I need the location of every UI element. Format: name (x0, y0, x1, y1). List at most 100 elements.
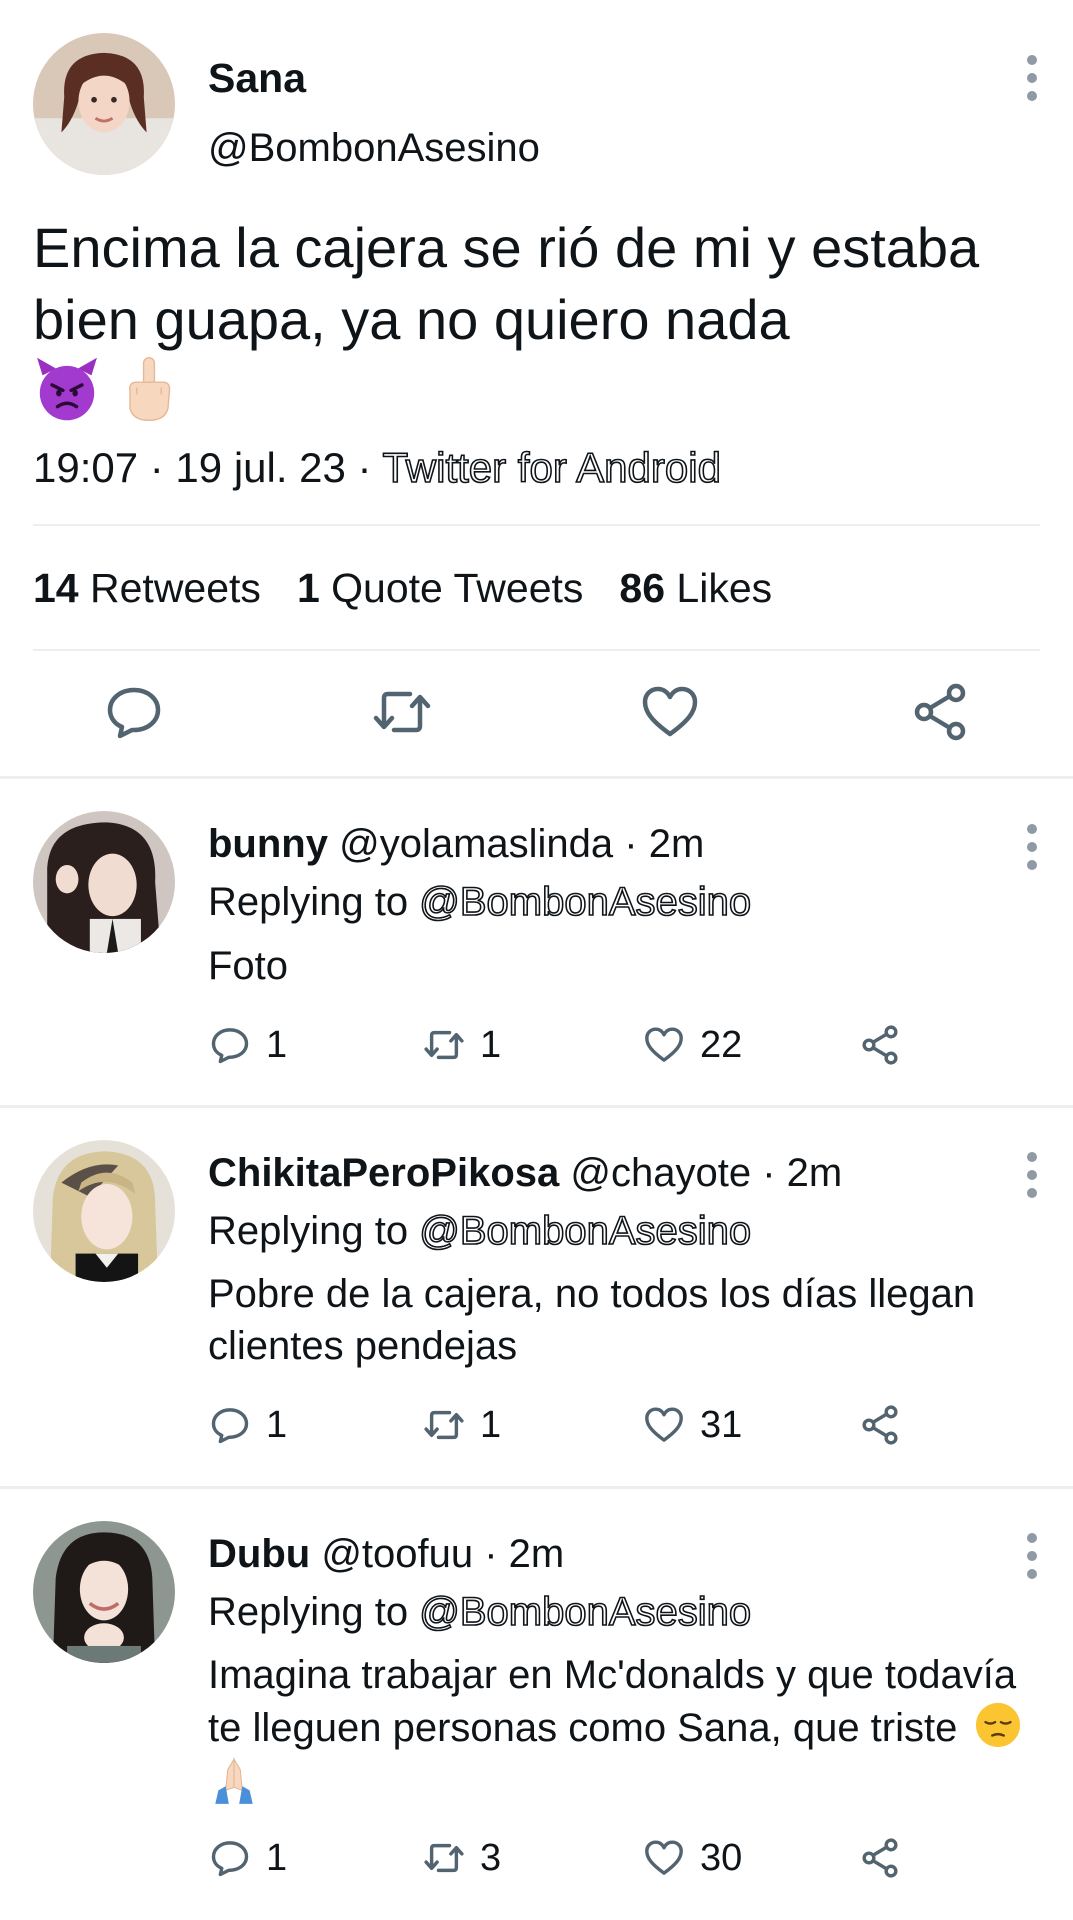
share-icon (862, 1405, 898, 1445)
author-avatar[interactable] (33, 33, 175, 175)
retweet-count: 1 (480, 1023, 502, 1066)
divider (0, 1486, 1073, 1489)
middle-finger-icon (129, 357, 171, 421)
retweet-button[interactable]: 1 (422, 1403, 501, 1447)
replying-to: Replying to @BombonAsesino (208, 1589, 752, 1635)
reply-avatar[interactable] (33, 1521, 175, 1663)
reply-author-handle[interactable]: @chayote · 2m (570, 1151, 842, 1195)
reply-icon (211, 1408, 249, 1444)
replying-to: Replying to @BombonAsesino (208, 879, 752, 925)
reply-header: ChikitaPeroPikosa @chayote · 2m (208, 1151, 842, 1196)
reply-header: bunny @yolamaslinda · 2m (208, 822, 704, 867)
reply-avatar[interactable] (33, 811, 175, 953)
heart-icon (642, 686, 698, 737)
reply-text: Pobre de la cajera, no todos los días ll… (208, 1272, 976, 1368)
reply-author-handle[interactable]: @yolamaslinda · 2m (339, 822, 704, 866)
reply-button[interactable]: 1 (208, 1403, 287, 1447)
reply-count: 1 (266, 1023, 288, 1066)
retweet-icon (424, 1030, 464, 1060)
reply-header: Dubu @toofuu · 2m (208, 1532, 564, 1577)
share-icon (862, 1025, 898, 1065)
author-handle[interactable]: @BombonAsesino (208, 126, 540, 171)
reply-text: Foto (208, 944, 289, 988)
retweet-icon (373, 691, 431, 733)
likes-label: Likes (676, 565, 773, 611)
divider (33, 649, 1040, 651)
tweet-action-bar (0, 680, 1073, 744)
reply-action-bar: 1 3 30 (208, 1836, 928, 1886)
retweets-stat[interactable]: 14 Retweets (33, 565, 261, 612)
pensive-face-icon (976, 1702, 1021, 1748)
likes-count: 86 (619, 565, 665, 611)
retweet-count: 1 (480, 1403, 502, 1446)
share-button[interactable] (908, 680, 972, 744)
retweets-label: Retweets (90, 565, 261, 611)
retweets-count: 14 (33, 565, 79, 611)
more-options-icon[interactable] (1022, 55, 1042, 101)
reply-action-bar: 1 1 31 (208, 1403, 928, 1453)
reply-avatar[interactable] (33, 1140, 175, 1282)
retweet-button[interactable]: 1 (422, 1023, 501, 1067)
retweet-button[interactable]: 3 (422, 1836, 501, 1880)
quotes-stat[interactable]: 1 Quote Tweets (297, 565, 583, 612)
like-button[interactable]: 31 (642, 1403, 742, 1447)
share-button[interactable] (858, 1403, 902, 1447)
reply-text-body: Imagina trabajar en Mc'donalds y que tod… (208, 1653, 1017, 1750)
replying-to-link[interactable]: @BombonAsesino (418, 879, 752, 925)
retweet-icon (424, 1843, 464, 1873)
like-count: 31 (700, 1403, 743, 1446)
replying-prefix: Replying to (208, 1590, 420, 1634)
reply-text: Imagina trabajar en Mc'donalds y que tod… (208, 1649, 1048, 1811)
likes-stat[interactable]: 86 Likes (619, 565, 772, 612)
share-icon (862, 1838, 898, 1878)
reply-icon (211, 1841, 249, 1877)
more-options-icon[interactable] (1022, 824, 1042, 870)
reply-count: 1 (266, 1403, 288, 1446)
like-count: 22 (700, 1023, 743, 1066)
reply-author-handle[interactable]: @toofuu · 2m (321, 1532, 564, 1576)
divider (0, 1105, 1073, 1108)
retweet-icon (424, 1410, 464, 1440)
replying-prefix: Replying to (208, 880, 420, 924)
devil-face-icon (37, 357, 97, 421)
tweet-stats: 14 Retweets 1 Quote Tweets 86 Likes (33, 565, 772, 612)
author-name[interactable]: Sana (208, 55, 306, 102)
tweet-timestamp: 19:07 · 19 jul. 23 · (33, 444, 383, 491)
reply-button[interactable]: 1 (208, 1023, 287, 1067)
folded-hands-icon (215, 1757, 253, 1804)
tweet-emojis (33, 355, 183, 423)
share-icon (914, 683, 966, 741)
like-count: 30 (700, 1836, 743, 1879)
reply-button[interactable] (102, 680, 166, 744)
replying-prefix: Replying to (208, 1209, 420, 1253)
replying-to-link[interactable]: @BombonAsesino (418, 1589, 752, 1635)
reply-count: 1 (266, 1836, 288, 1879)
divider (33, 524, 1040, 526)
share-button[interactable] (858, 1023, 902, 1067)
replying-to-link[interactable]: @BombonAsesino (418, 1208, 752, 1254)
tweet-text: Encima la cajera se rió de mi y estaba b… (33, 216, 980, 351)
reply-button[interactable]: 1 (208, 1836, 287, 1880)
heart-icon (645, 1840, 683, 1875)
more-options-icon[interactable] (1022, 1152, 1042, 1198)
tweet-source-link[interactable]: Twitter for Android (382, 443, 722, 492)
retweet-count: 3 (480, 1836, 502, 1879)
like-button[interactable] (638, 680, 702, 744)
tweet-meta: 19:07 · 19 jul. 23 · Twitter for Android (33, 443, 722, 492)
like-button[interactable]: 22 (642, 1023, 742, 1067)
reply-icon (107, 687, 161, 739)
share-button[interactable] (858, 1836, 902, 1880)
replying-to: Replying to @BombonAsesino (208, 1208, 752, 1254)
quotes-count: 1 (296, 565, 320, 611)
reply-icon (211, 1028, 249, 1064)
retweet-button[interactable] (370, 680, 434, 744)
more-options-icon[interactable] (1022, 1533, 1042, 1579)
like-button[interactable]: 30 (642, 1836, 742, 1880)
reply-author-name[interactable]: bunny (208, 822, 328, 866)
quotes-label: Quote Tweets (331, 565, 584, 611)
heart-icon (645, 1027, 683, 1062)
divider (0, 776, 1073, 779)
reply-action-bar: 1 1 22 (208, 1023, 928, 1073)
reply-author-name[interactable]: Dubu (208, 1532, 310, 1576)
reply-author-name[interactable]: ChikitaPeroPikosa (208, 1151, 559, 1195)
